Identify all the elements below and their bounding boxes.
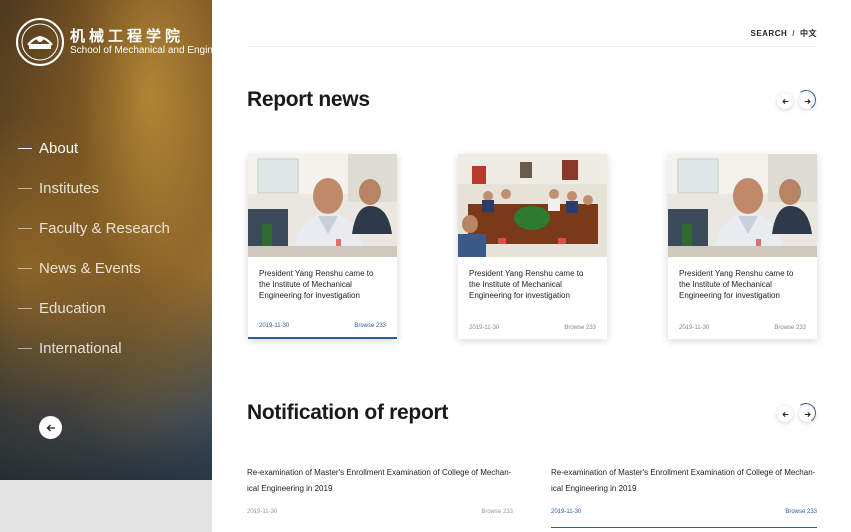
school-logo[interactable]: 机械工程学院 School of Mechanical and Engineer…: [16, 18, 212, 66]
nav-dash: [18, 267, 32, 269]
report-news-next-button[interactable]: [799, 93, 815, 109]
notification-item-views: Browse 233: [785, 509, 817, 515]
sidebar-footer: [0, 480, 212, 532]
news-card[interactable]: President Yang Renshu came to the Instit…: [668, 154, 817, 339]
sidebar: 机械工程学院 School of Mechanical and Engineer…: [0, 0, 212, 480]
report-news-carousel-controls: [771, 93, 815, 109]
nav-dash: [18, 187, 32, 189]
notification-next-button[interactable]: [799, 406, 815, 422]
arrow-left-icon: [46, 424, 55, 431]
notification-item-title: Re-examination of Master's Enrollment Ex…: [551, 468, 816, 493]
news-card-title: President Yang Renshu came to the Instit…: [259, 269, 374, 300]
sidebar-item-label: Faculty & Research: [39, 219, 170, 237]
arrow-right-icon: [804, 411, 811, 417]
notification-item[interactable]: Re-examination of Master's Enrollment Ex…: [247, 465, 513, 527]
notification-item[interactable]: Re-examination of Master's Enrollment Ex…: [551, 465, 817, 528]
language-switch-link[interactable]: 中文: [800, 29, 817, 38]
sidebar-item-education[interactable]: Education: [0, 288, 170, 328]
sidebar-item-label: Education: [39, 299, 106, 317]
notification-item-views: Browse 233: [481, 509, 513, 515]
nav-dash: [18, 347, 32, 349]
sidebar-nav: About Institutes Faculty & Research News…: [0, 128, 170, 368]
sidebar-item-label: News & Events: [39, 259, 141, 277]
sidebar-item-about[interactable]: About: [0, 128, 170, 168]
news-card-title: President Yang Renshu came to the Instit…: [679, 269, 794, 300]
sidebar-back-button[interactable]: [39, 416, 62, 439]
news-card-date: 2019-11-30: [259, 323, 290, 329]
search-link[interactable]: SEARCH: [750, 29, 787, 38]
sidebar-item-institutes[interactable]: Institutes: [0, 168, 170, 208]
news-card-photo: [458, 154, 607, 257]
school-name-cn: 机械工程学院: [70, 27, 185, 45]
news-card[interactable]: President Yang Renshu came to the Instit…: [248, 154, 397, 339]
news-card[interactable]: President Yang Renshu came to the Instit…: [458, 154, 607, 339]
news-card-photo: [668, 154, 817, 257]
sidebar-item-label: About: [39, 139, 79, 157]
notification-item-date: 2019-11-30: [247, 509, 278, 515]
news-card-views: Browse 233: [564, 325, 596, 331]
report-news-title: Report news: [247, 88, 370, 111]
nav-dash: [18, 227, 32, 229]
topbar-separator: /: [792, 29, 795, 38]
sidebar-item-international[interactable]: International: [0, 328, 170, 368]
school-seal-icon: [16, 18, 64, 66]
report-news-prev-button[interactable]: [777, 93, 793, 109]
arrow-right-icon: [804, 98, 811, 104]
news-card-views: Browse 233: [354, 323, 386, 329]
sidebar-item-label: International: [39, 339, 122, 357]
notification-prev-button[interactable]: [777, 406, 793, 422]
news-card-date: 2019-11-30: [469, 325, 500, 331]
notification-title: Notification of report: [247, 401, 449, 424]
notification-carousel-controls: [771, 406, 815, 422]
news-card-photo: [248, 154, 397, 257]
news-card-title: President Yang Renshu came to the Instit…: [469, 269, 584, 300]
notification-item-title: Re-examination of Master's Enrollment Ex…: [247, 468, 512, 493]
notification-item-date: 2019-11-30: [551, 509, 582, 515]
sidebar-item-news-events[interactable]: News & Events: [0, 248, 170, 288]
school-name-en: School of Mechanical and Engineering: [70, 45, 212, 56]
sidebar-item-label: Institutes: [39, 179, 100, 197]
top-bar: SEARCH / 中文: [247, 22, 817, 47]
sidebar-item-faculty-research[interactable]: Faculty & Research: [0, 208, 170, 248]
arrow-left-icon: [781, 411, 788, 417]
nav-dash: [18, 307, 32, 309]
nav-dash: [18, 147, 32, 149]
news-card-date: 2019-11-30: [679, 325, 710, 331]
arrow-left-icon: [781, 98, 788, 104]
news-card-views: Browse 233: [774, 325, 806, 331]
